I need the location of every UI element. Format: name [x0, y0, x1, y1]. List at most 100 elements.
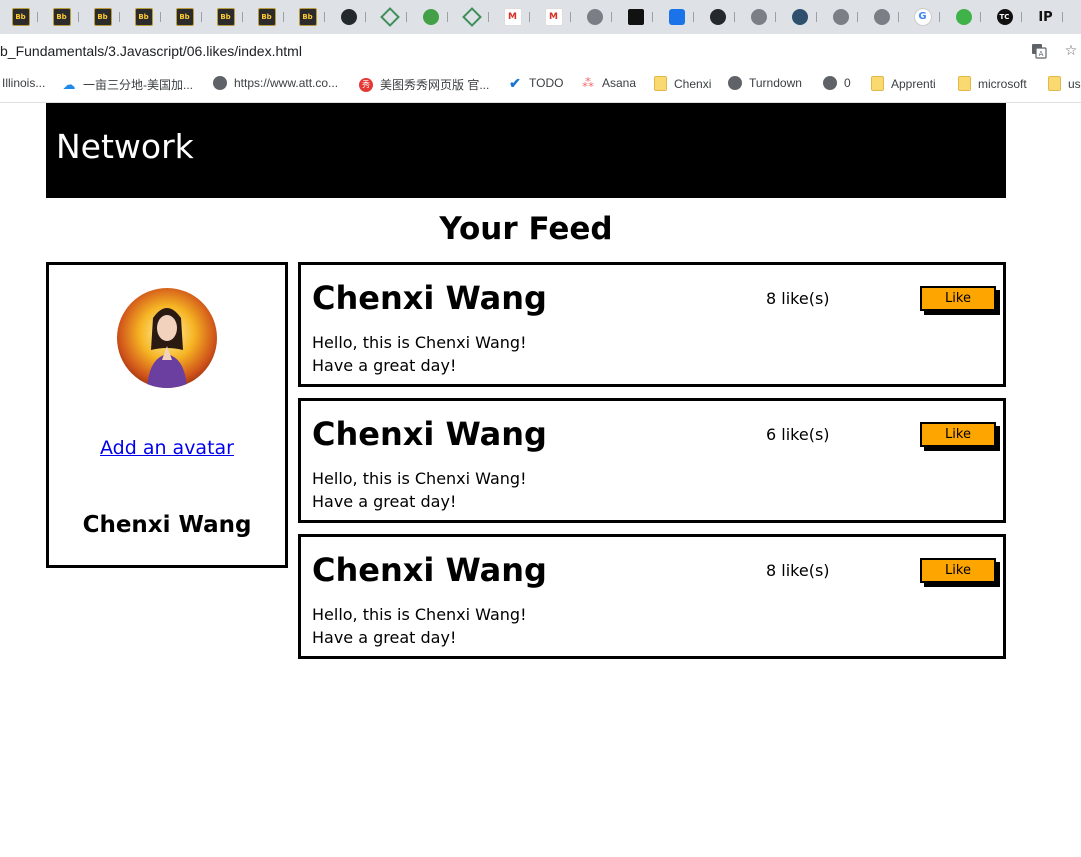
- globe-icon: [750, 9, 767, 25]
- post-like-count: 8 like(s): [766, 561, 830, 580]
- tab[interactable]: Bb: [0, 0, 41, 34]
- green-circle-icon: [422, 9, 439, 25]
- url-text[interactable]: b_Fundamentals/3.Javascript/06.likes/ind…: [0, 43, 302, 59]
- tab[interactable]: [697, 0, 738, 34]
- post-card: Chenxi Wang 8 like(s) Like Hello, this i…: [298, 262, 1006, 387]
- profile-name: Chenxi Wang: [82, 512, 252, 538]
- post-like-count: 6 like(s): [766, 425, 830, 444]
- brand-title[interactable]: Network: [56, 127, 194, 166]
- globe-icon: [823, 76, 837, 90]
- post-card: Chenxi Wang 6 like(s) Like Hello, this i…: [298, 398, 1006, 523]
- tab[interactable]: [369, 0, 410, 34]
- add-avatar-link[interactable]: Add an avatar: [49, 437, 285, 459]
- tab[interactable]: IP: [1025, 0, 1066, 34]
- asana-icon: ⁂: [582, 76, 594, 90]
- tab[interactable]: [779, 0, 820, 34]
- bookmark-item[interactable]: 0: [823, 76, 851, 90]
- blackboard-icon: Bb: [11, 8, 30, 26]
- github-icon: [340, 9, 357, 25]
- post-author[interactable]: Chenxi Wang: [312, 279, 547, 317]
- tab[interactable]: [615, 0, 656, 34]
- post-body: Hello, this is Chenxi Wang! Have a great…: [312, 331, 526, 377]
- tab[interactable]: TC: [984, 0, 1025, 34]
- folder-icon: [1048, 76, 1061, 91]
- bookmark-item[interactable]: https://www.att.co...: [213, 76, 338, 90]
- address-bar[interactable]: b_Fundamentals/3.Javascript/06.likes/ind…: [0, 34, 1081, 68]
- bookmarks-bar: Illinois... ☁ 一亩三分地-美国加... https://www.at…: [0, 68, 1081, 103]
- post-text-line: Have a great day!: [312, 356, 457, 375]
- post-card: Chenxi Wang 8 like(s) Like Hello, this i…: [298, 534, 1006, 659]
- globe-icon: [213, 76, 227, 90]
- bookmark-item[interactable]: ☁ 一亩三分地-美国加...: [62, 76, 194, 93]
- folder-icon: [958, 76, 971, 91]
- bookmark-item[interactable]: Apprenti: [871, 76, 936, 91]
- tab[interactable]: Bb: [164, 0, 205, 34]
- avatar: [117, 288, 217, 388]
- tab[interactable]: [328, 0, 369, 34]
- post-text-line: Hello, this is Chenxi Wang!: [312, 605, 527, 624]
- post-author[interactable]: Chenxi Wang: [312, 551, 547, 589]
- tab[interactable]: [820, 0, 861, 34]
- like-button[interactable]: Like: [920, 558, 996, 583]
- globe-icon: [586, 9, 603, 25]
- bookmark-item[interactable]: ⁂ Asana: [581, 76, 636, 90]
- bookmark-star-icon[interactable]: ☆: [1063, 43, 1079, 59]
- tab[interactable]: M: [533, 0, 574, 34]
- translate-icon[interactable]: A: [1031, 43, 1047, 59]
- bookmark-item[interactable]: Illinois...: [2, 76, 45, 90]
- profile-card: Add an avatar Chenxi Wang: [46, 262, 288, 568]
- bookmark-item[interactable]: us: [1048, 76, 1081, 91]
- globe-icon: [873, 9, 890, 25]
- tab[interactable]: Bb: [123, 0, 164, 34]
- bookmark-item[interactable]: 秀美图秀秀网页版 官...: [359, 76, 489, 93]
- post-author[interactable]: Chenxi Wang: [312, 415, 547, 453]
- tab[interactable]: M: [492, 0, 533, 34]
- tab[interactable]: Bb: [287, 0, 328, 34]
- tab[interactable]: [656, 0, 697, 34]
- tab[interactable]: Bb: [41, 0, 82, 34]
- browser-tab-strip: Bb Bb Bb Bb Bb Bb Bb Bb M M G TC IP ✓: [0, 0, 1081, 34]
- post-body: Hello, this is Chenxi Wang! Have a great…: [312, 603, 526, 649]
- tab[interactable]: [574, 0, 615, 34]
- earth-icon: [791, 9, 808, 25]
- black-square-icon: [627, 9, 644, 25]
- tab[interactable]: Bb: [246, 0, 287, 34]
- meitu-icon: 秀: [359, 77, 373, 92]
- google-icon: G: [913, 8, 932, 26]
- post-text-line: Hello, this is Chenxi Wang!: [312, 333, 527, 352]
- gmail-icon: M: [544, 8, 563, 26]
- ip-icon: IP: [1038, 9, 1053, 25]
- blackboard-icon: Bb: [257, 8, 276, 26]
- blackboard-icon: Bb: [52, 8, 71, 26]
- like-button[interactable]: Like: [920, 422, 996, 447]
- diamond-icon: [379, 7, 400, 27]
- globe-icon: [728, 76, 742, 90]
- lime-circle-icon: [955, 9, 972, 25]
- navbar: Network: [46, 103, 1006, 198]
- tab[interactable]: Bb: [205, 0, 246, 34]
- post-text-line: Have a great day!: [312, 628, 457, 647]
- tab[interactable]: ✓: [1066, 0, 1081, 34]
- diamond-icon: [461, 7, 482, 27]
- tab[interactable]: [410, 0, 451, 34]
- blackboard-icon: Bb: [216, 8, 235, 26]
- bookmark-item[interactable]: Turndown: [728, 76, 802, 90]
- tab[interactable]: G: [902, 0, 943, 34]
- blue-stack-icon: [668, 9, 685, 25]
- cloud-icon: ☁: [62, 76, 76, 92]
- bookmark-item[interactable]: ✔ TODO: [508, 75, 563, 91]
- gmail-icon: M: [503, 8, 522, 26]
- blackboard-icon: Bb: [93, 8, 112, 26]
- tab[interactable]: [943, 0, 984, 34]
- folder-icon: [871, 76, 884, 91]
- tab[interactable]: [738, 0, 779, 34]
- tab[interactable]: [451, 0, 492, 34]
- page-title: Your Feed: [439, 211, 613, 247]
- tab[interactable]: Bb: [82, 0, 123, 34]
- post-text-line: Have a great day!: [312, 492, 457, 511]
- bookmark-item[interactable]: Chenxi: [654, 76, 711, 91]
- blackboard-icon: Bb: [175, 8, 194, 26]
- tab[interactable]: [861, 0, 902, 34]
- bookmark-item[interactable]: microsoft: [958, 76, 1027, 91]
- like-button[interactable]: Like: [920, 286, 996, 311]
